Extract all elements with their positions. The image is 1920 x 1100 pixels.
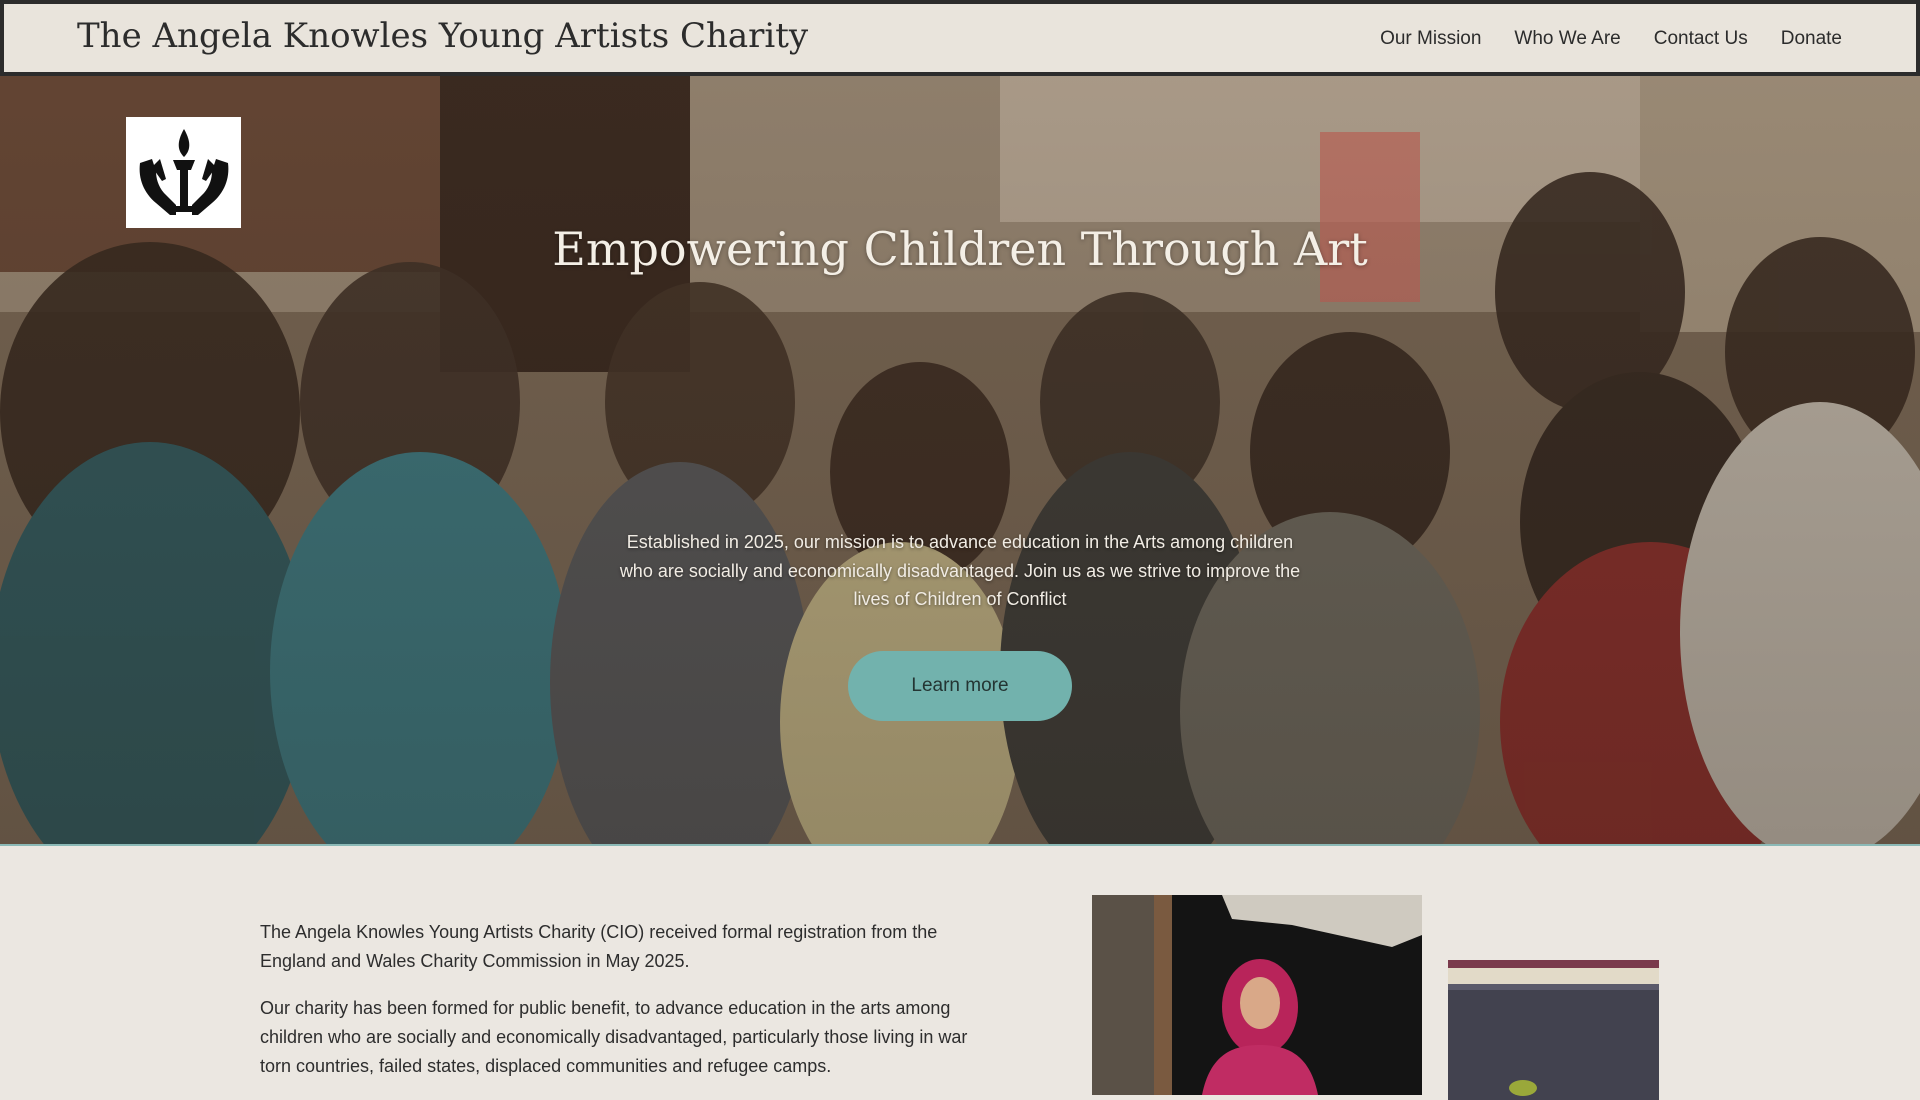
nav-donate[interactable]: Donate bbox=[1781, 28, 1842, 50]
hero-overlay bbox=[0, 72, 1920, 844]
torch-hands-icon bbox=[139, 128, 228, 215]
main-nav: Our Mission Who We Are Contact Us Donate bbox=[1380, 28, 1842, 50]
nav-contact-us[interactable]: Contact Us bbox=[1654, 28, 1748, 50]
learn-more-button[interactable]: Learn more bbox=[848, 651, 1072, 721]
site-header: The Angela Knowles Young Artists Charity… bbox=[0, 0, 1920, 76]
hero-description: Established in 2025, our mission is to a… bbox=[619, 532, 1301, 609]
refugee-woman-image bbox=[1092, 895, 1422, 1095]
intro-text: The Angela Knowles Young Artists Charity… bbox=[260, 918, 1000, 1099]
nav-who-we-are[interactable]: Who We Are bbox=[1514, 28, 1620, 50]
nav-our-mission[interactable]: Our Mission bbox=[1380, 28, 1481, 50]
intro-paragraph-registration: The Angela Knowles Young Artists Charity… bbox=[260, 922, 938, 971]
intro-paragraph-purpose: Our charity has been formed for public b… bbox=[260, 998, 968, 1076]
artwork-photo bbox=[1448, 960, 1659, 1100]
hero-title: Empowering Children Through Art bbox=[552, 222, 1368, 276]
refugee-woman-photo bbox=[1092, 895, 1422, 1095]
artwork-image bbox=[1448, 960, 1659, 1100]
site-title[interactable]: The Angela Knowles Young Artists Charity bbox=[77, 16, 808, 56]
charity-logo[interactable] bbox=[126, 117, 241, 228]
hero-section: Empowering Children Through Art Establis… bbox=[0, 72, 1920, 846]
